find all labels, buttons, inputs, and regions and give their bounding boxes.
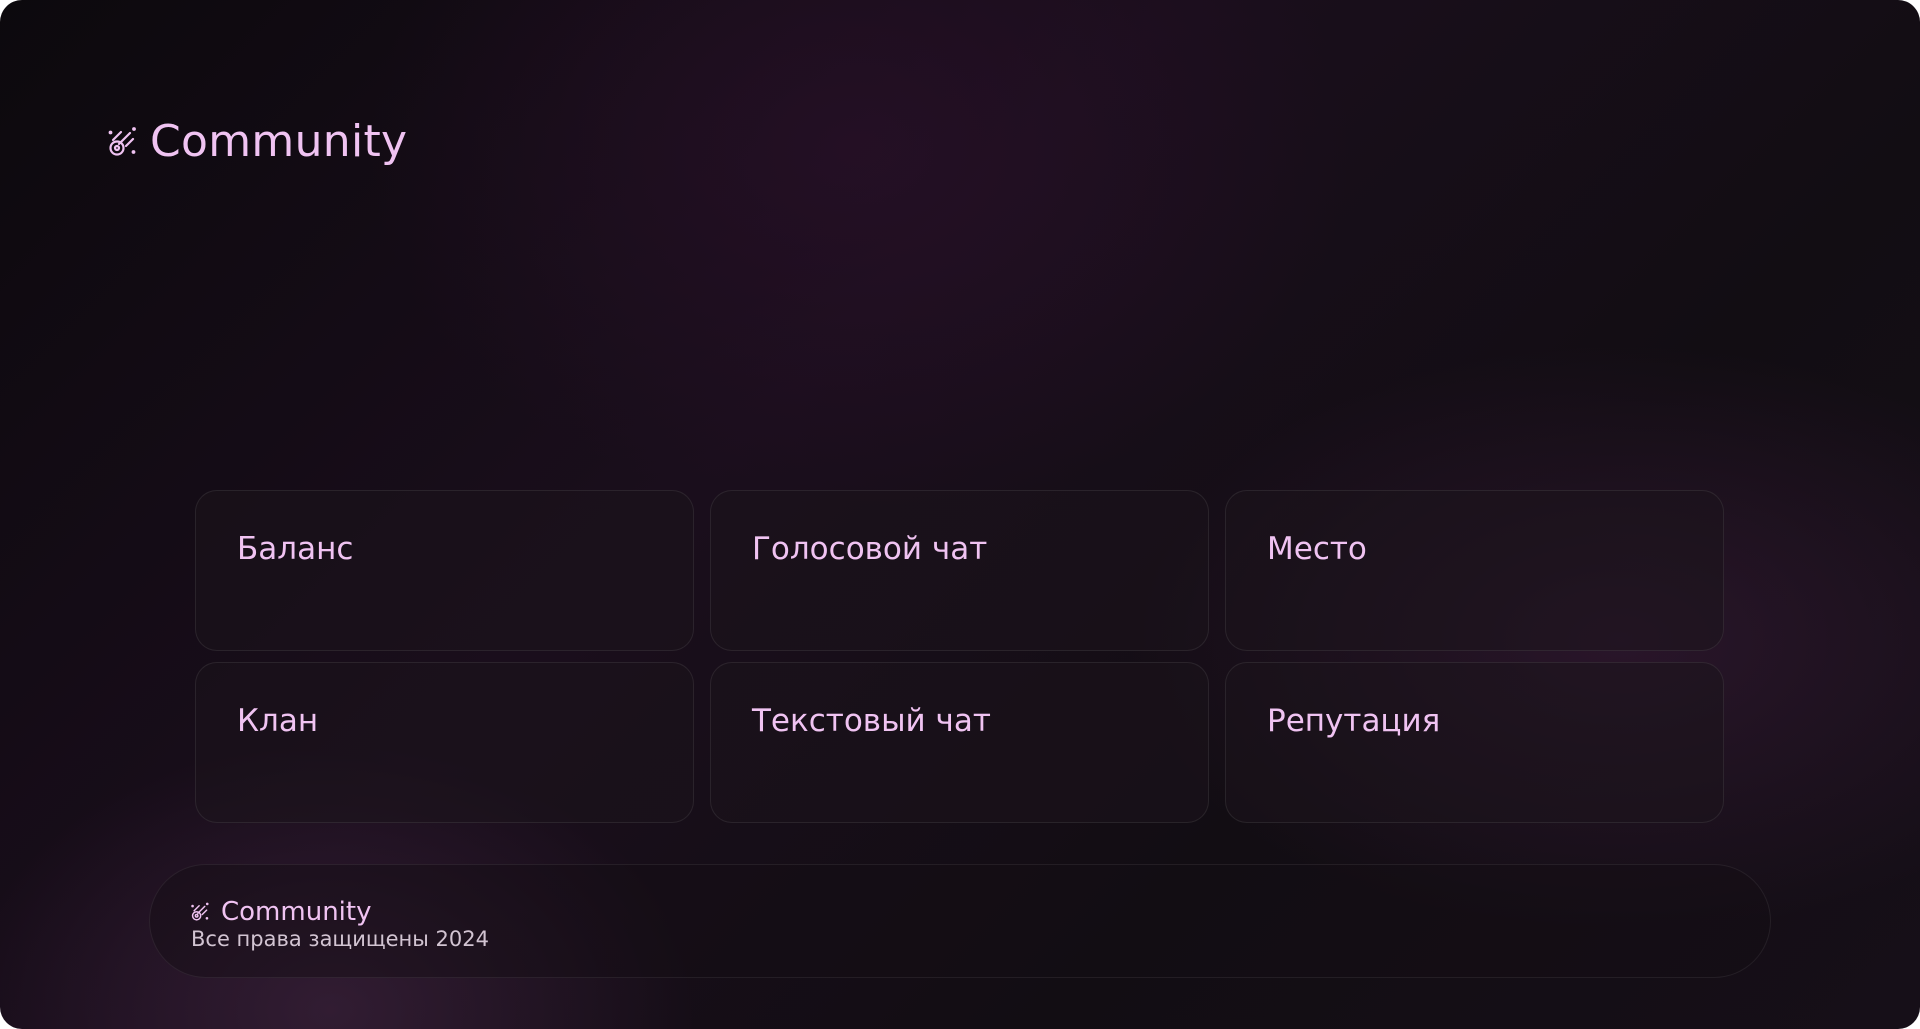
- brand-name: Community: [150, 116, 408, 167]
- card-text-chat[interactable]: Текстовый чат: [710, 662, 1209, 823]
- card-label: Голосовой чат: [752, 531, 988, 567]
- copyright-text: Все права защищены 2024: [191, 927, 489, 951]
- footer-brand-name: Community: [221, 897, 372, 927]
- footer: Community Все права защищены 2024: [149, 864, 1771, 978]
- card-label: Баланс: [237, 531, 354, 567]
- card-clan[interactable]: Клан: [195, 662, 694, 823]
- footer-logo[interactable]: Community: [191, 899, 371, 925]
- card-place[interactable]: Место: [1225, 490, 1724, 651]
- meteor-icon: [191, 902, 209, 921]
- card-label: Репутация: [1267, 703, 1441, 739]
- card-reputation[interactable]: Репутация: [1225, 662, 1724, 823]
- header-logo[interactable]: Community: [108, 120, 407, 164]
- card-balance[interactable]: Баланс: [195, 490, 694, 651]
- card-label: Место: [1267, 531, 1367, 567]
- card-label: Текстовый чат: [752, 703, 991, 739]
- page: Community Баланс Голосовой чат Место Кла…: [0, 0, 1920, 1029]
- meteor-icon: [108, 127, 136, 156]
- card-voice-chat[interactable]: Голосовой чат: [710, 490, 1209, 651]
- card-label: Клан: [237, 703, 319, 739]
- feature-grid: Баланс Голосовой чат Место Клан Текстовы…: [195, 490, 1725, 823]
